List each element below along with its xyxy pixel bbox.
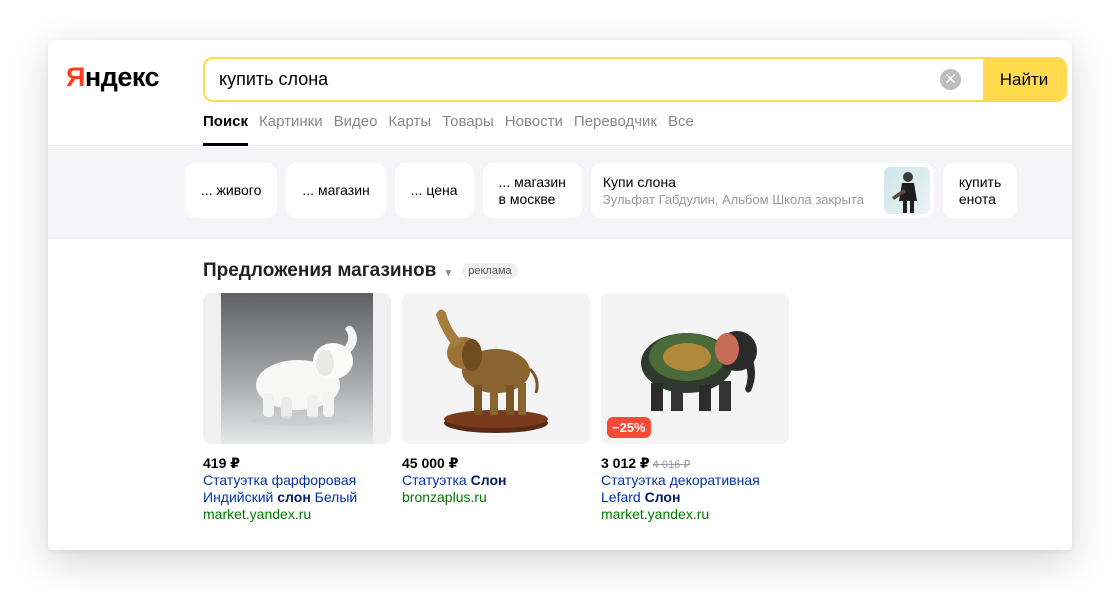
product-card[interactable]: −25% 3 012 ₽4 016 ₽ Статуэтка декоративн… [601, 293, 789, 523]
find-button[interactable]: Найти [983, 59, 1065, 100]
caret-down-icon[interactable]: ▼ [443, 268, 453, 279]
discount-badge: −25% [607, 417, 651, 438]
clear-icon[interactable]: ✕ [940, 69, 961, 90]
suggestion-chips: ... живого ... магазин ... цена ... мага… [185, 163, 1026, 218]
product-card[interactable]: 419 ₽ Статуэтка фарфоровая Индийский сло… [203, 293, 391, 523]
song-title: Купи слона [602, 173, 676, 190]
suggestion-chip[interactable]: ... магазин в москве [482, 163, 582, 218]
suggestion-chip[interactable]: ... магазин [286, 163, 386, 218]
product-card[interactable]: 45 000 ₽ Статуэтка Слон bronzaplus.ru [402, 293, 590, 523]
product-price: 45 000 ₽ [402, 455, 459, 471]
product-list: 419 ₽ Статуэтка фарфоровая Индийский сло… [203, 293, 800, 523]
tab-translator[interactable]: Переводчик [574, 113, 657, 146]
old-price: 4 016 ₽ [652, 459, 691, 471]
shop-offers-heading[interactable]: Предложения магазинов ▼ реклама [203, 260, 518, 282]
product-image-white-elephant[interactable] [203, 293, 391, 444]
product-name-link[interactable]: Статуэтка Слон [402, 472, 590, 489]
search-input[interactable] [205, 59, 985, 100]
song-artist: Зульфат Габдулин, Альбом Школа закрыта [602, 191, 864, 207]
product-domain[interactable]: market.yandex.ru [203, 506, 391, 523]
browser-window: Яндекс ✕ Найти Поиск Картинки Видео Карт… [48, 40, 1072, 550]
suggestions-band: ... живого ... магазин ... цена ... мага… [48, 147, 1072, 239]
song-text: Купи слона Зульфат Габдулин, Альбом Школ… [603, 174, 864, 208]
song-cover-image [883, 167, 930, 214]
ad-badge: реклама [462, 263, 518, 279]
tab-all[interactable]: Все [668, 113, 694, 146]
product-image-decorated-elephant[interactable]: −25% [601, 293, 789, 444]
product-domain[interactable]: bronzaplus.ru [402, 489, 590, 506]
song-suggestion-chip[interactable]: Купи слона Зульфат Габдулин, Альбом Школ… [590, 163, 934, 218]
product-image-bronze-elephant[interactable] [402, 293, 590, 444]
product-domain[interactable]: market.yandex.ru [601, 506, 789, 523]
search-box: ✕ Найти [203, 57, 1067, 102]
product-price: 3 012 ₽4 016 ₽ [601, 455, 691, 471]
tab-images[interactable]: Картинки [259, 113, 323, 146]
product-price: 419 ₽ [203, 455, 240, 471]
yandex-logo[interactable]: Яндекс [66, 62, 160, 93]
product-name-link[interactable]: Статуэтка фарфоровая Индийский слон Белы… [203, 472, 391, 506]
suggestion-chip[interactable]: купить енота [942, 163, 1018, 218]
tab-products[interactable]: Товары [442, 113, 494, 146]
product-name-link[interactable]: Статуэтка декоративная Lefard Слон [601, 472, 789, 506]
header: Яндекс ✕ Найти Поиск Картинки Видео Карт… [48, 40, 1072, 146]
search-tabs: Поиск Картинки Видео Карты Товары Новост… [203, 113, 705, 146]
tab-news[interactable]: Новости [505, 113, 563, 146]
suggestion-chip[interactable]: ... живого [185, 163, 278, 218]
tab-maps[interactable]: Карты [388, 113, 431, 146]
suggestion-chip[interactable]: ... цена [394, 163, 474, 218]
tab-video[interactable]: Видео [334, 113, 378, 146]
tab-search[interactable]: Поиск [203, 113, 249, 146]
